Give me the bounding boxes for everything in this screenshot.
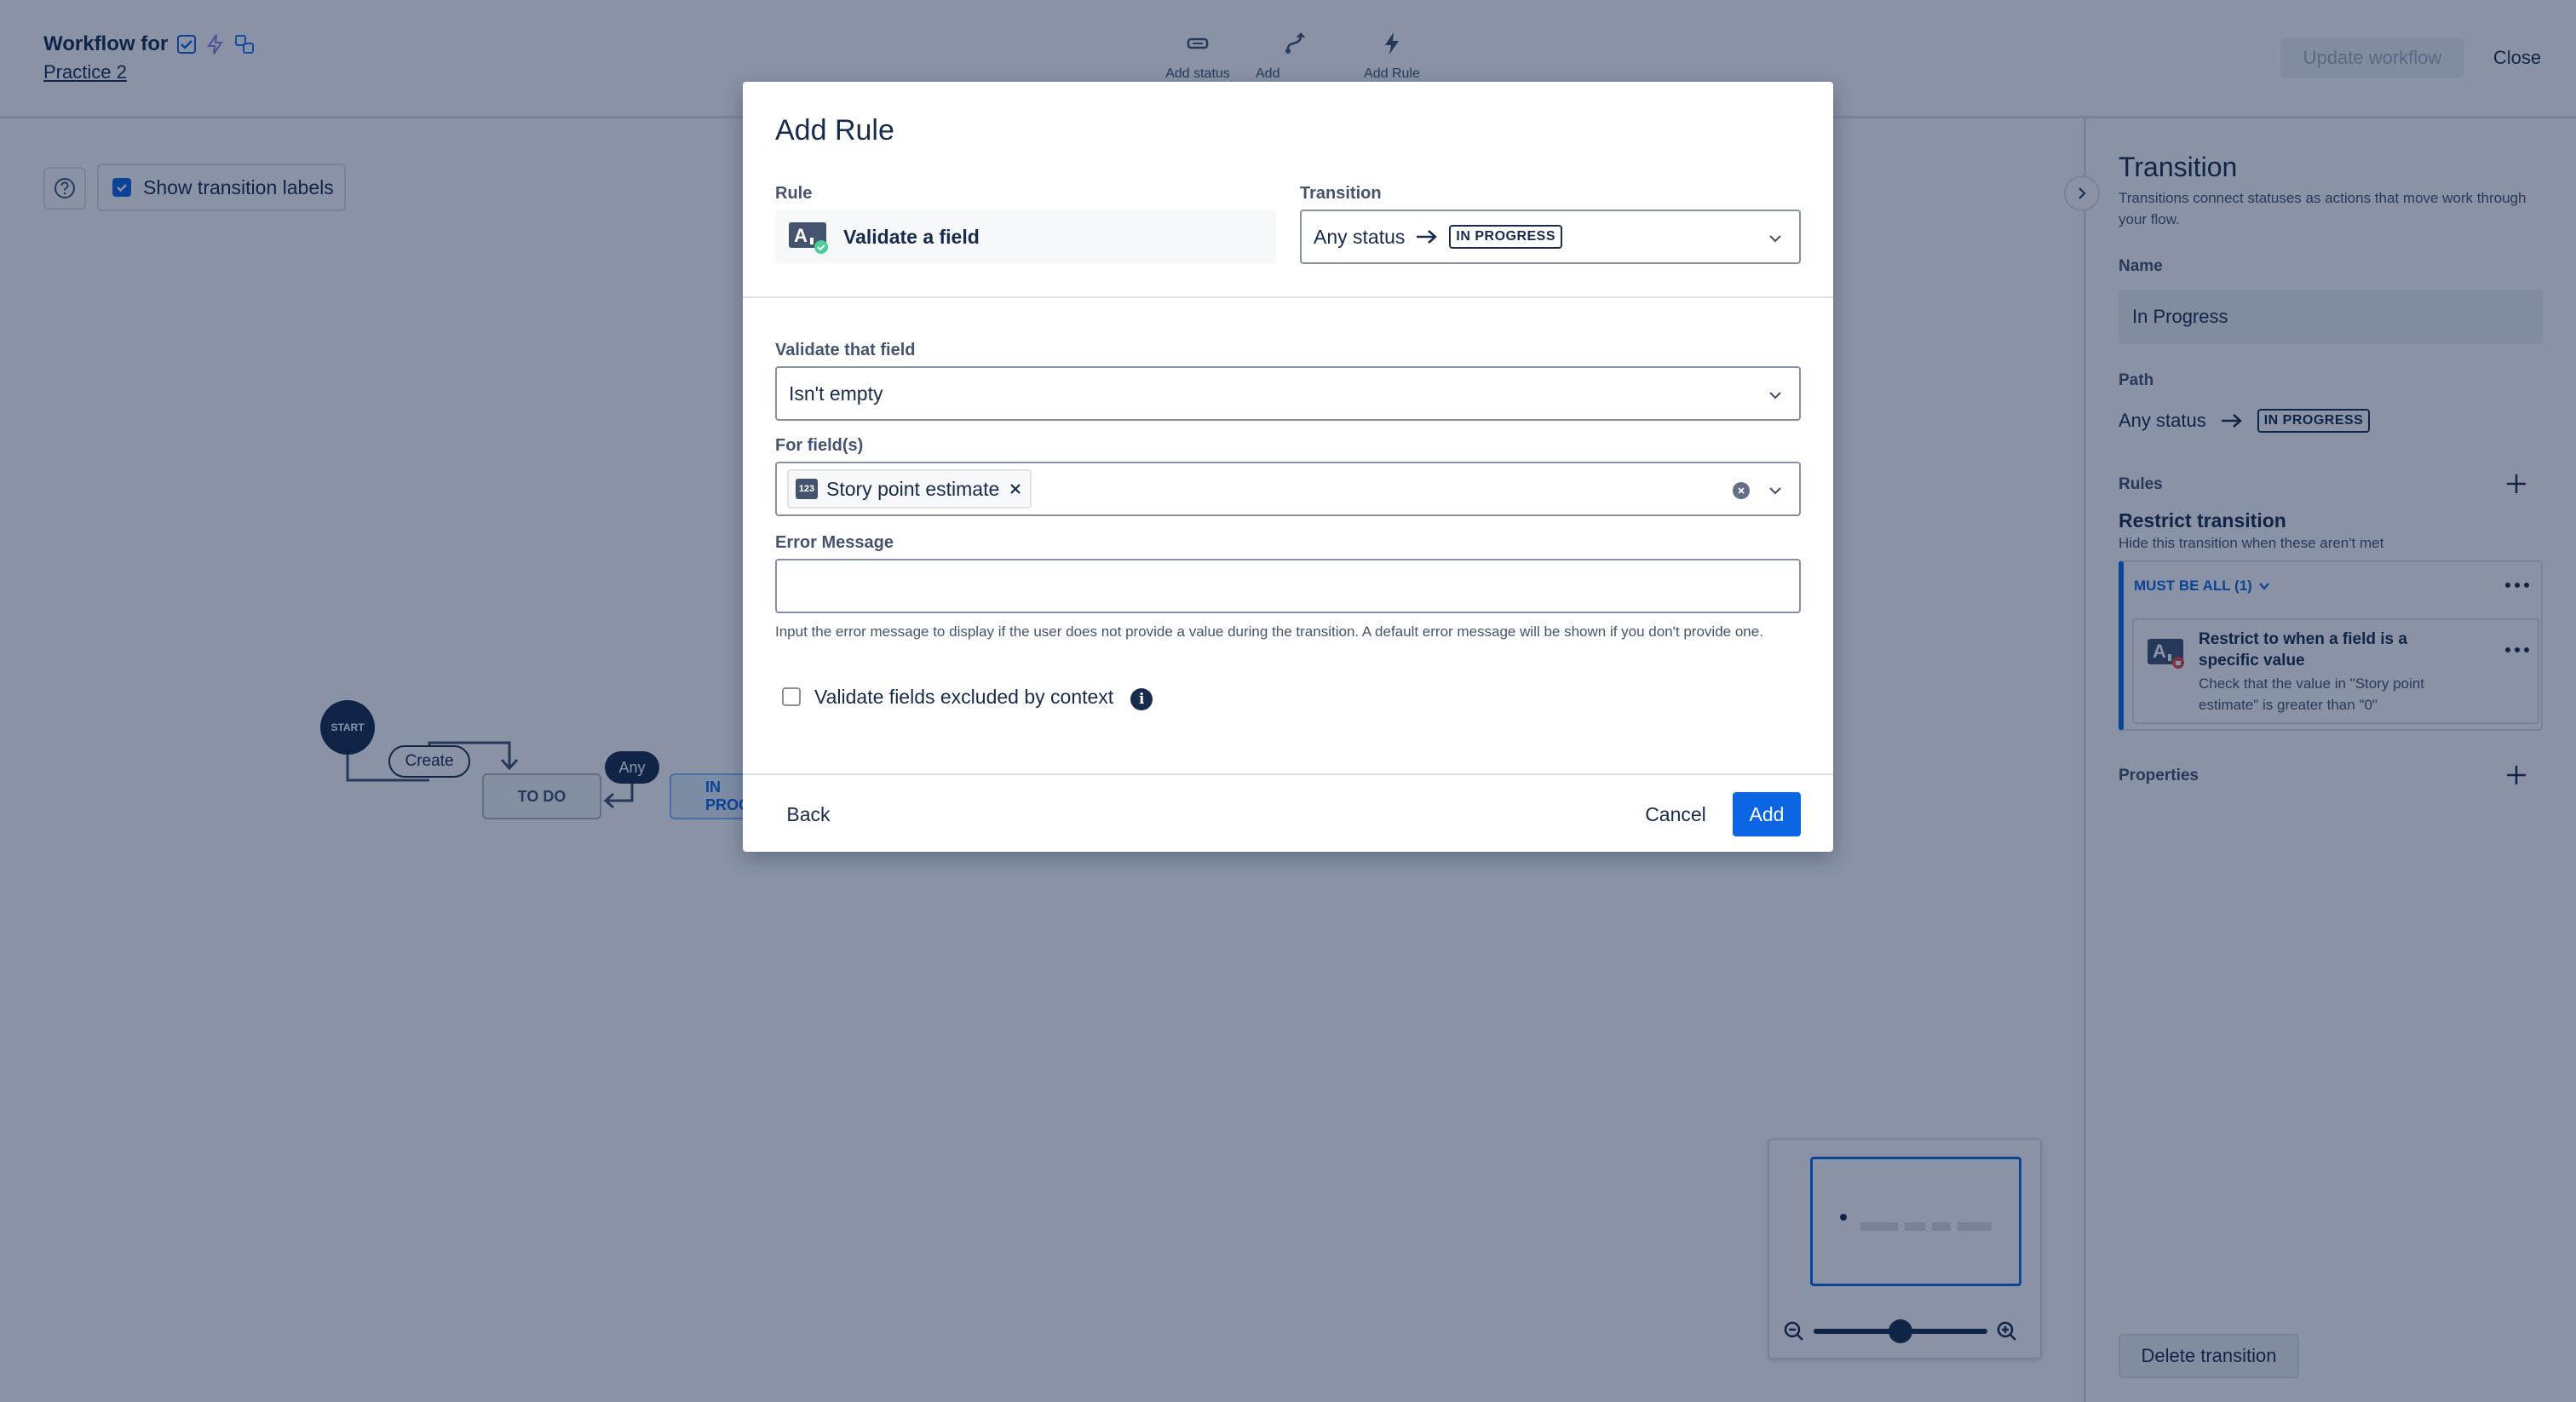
- number-field-icon: 123: [796, 479, 818, 499]
- checkbox-unchecked[interactable]: [782, 687, 801, 706]
- fields-multiselect[interactable]: 123 Story point estimate: [775, 462, 1801, 516]
- validate-that-field-label: Validate that field: [775, 341, 916, 359]
- for-fields-label: For field(s): [775, 436, 864, 455]
- arrow-right-icon: [1417, 230, 1438, 244]
- rule-name: Validate a field: [843, 225, 980, 248]
- field-tag: 123 Story point estimate: [787, 469, 1032, 509]
- svg-text:A: A: [794, 225, 808, 246]
- info-icon[interactable]: i: [1130, 688, 1153, 710]
- validate-condition-select[interactable]: Isn't empty: [775, 366, 1801, 421]
- transition-label: Transition: [1300, 184, 1382, 203]
- transition-select[interactable]: Any status IN PROGRESS: [1300, 210, 1801, 264]
- cancel-button[interactable]: Cancel: [1634, 792, 1717, 836]
- rule-label: Rule: [775, 184, 813, 203]
- error-message-helper: Input the error message to display if th…: [775, 623, 1763, 640]
- modal-title: Add Rule: [775, 114, 894, 147]
- add-button[interactable]: Add: [1733, 792, 1801, 836]
- transition-status-lozenge: IN PROGRESS: [1449, 225, 1563, 249]
- error-message-input[interactable]: [775, 559, 1801, 613]
- validate-field-icon: A: [789, 222, 828, 254]
- modal-footer-divider: [743, 773, 1833, 775]
- clear-selection-icon[interactable]: [1733, 482, 1750, 499]
- back-button[interactable]: Back: [775, 792, 842, 836]
- add-rule-modal: Add Rule Rule A Validate a field Transit…: [743, 82, 1833, 852]
- error-message-label: Error Message: [775, 533, 894, 552]
- chevron-down-icon: [1769, 392, 1781, 399]
- validate-excluded-checkbox-row[interactable]: Validate fields excluded by context i: [782, 683, 1153, 710]
- chevron-down-icon: [1769, 235, 1781, 243]
- selected-rule: A Validate a field: [775, 210, 1276, 264]
- chevron-down-icon: [1769, 487, 1781, 495]
- modal-divider: [743, 296, 1833, 298]
- remove-tag-icon[interactable]: [1008, 481, 1023, 497]
